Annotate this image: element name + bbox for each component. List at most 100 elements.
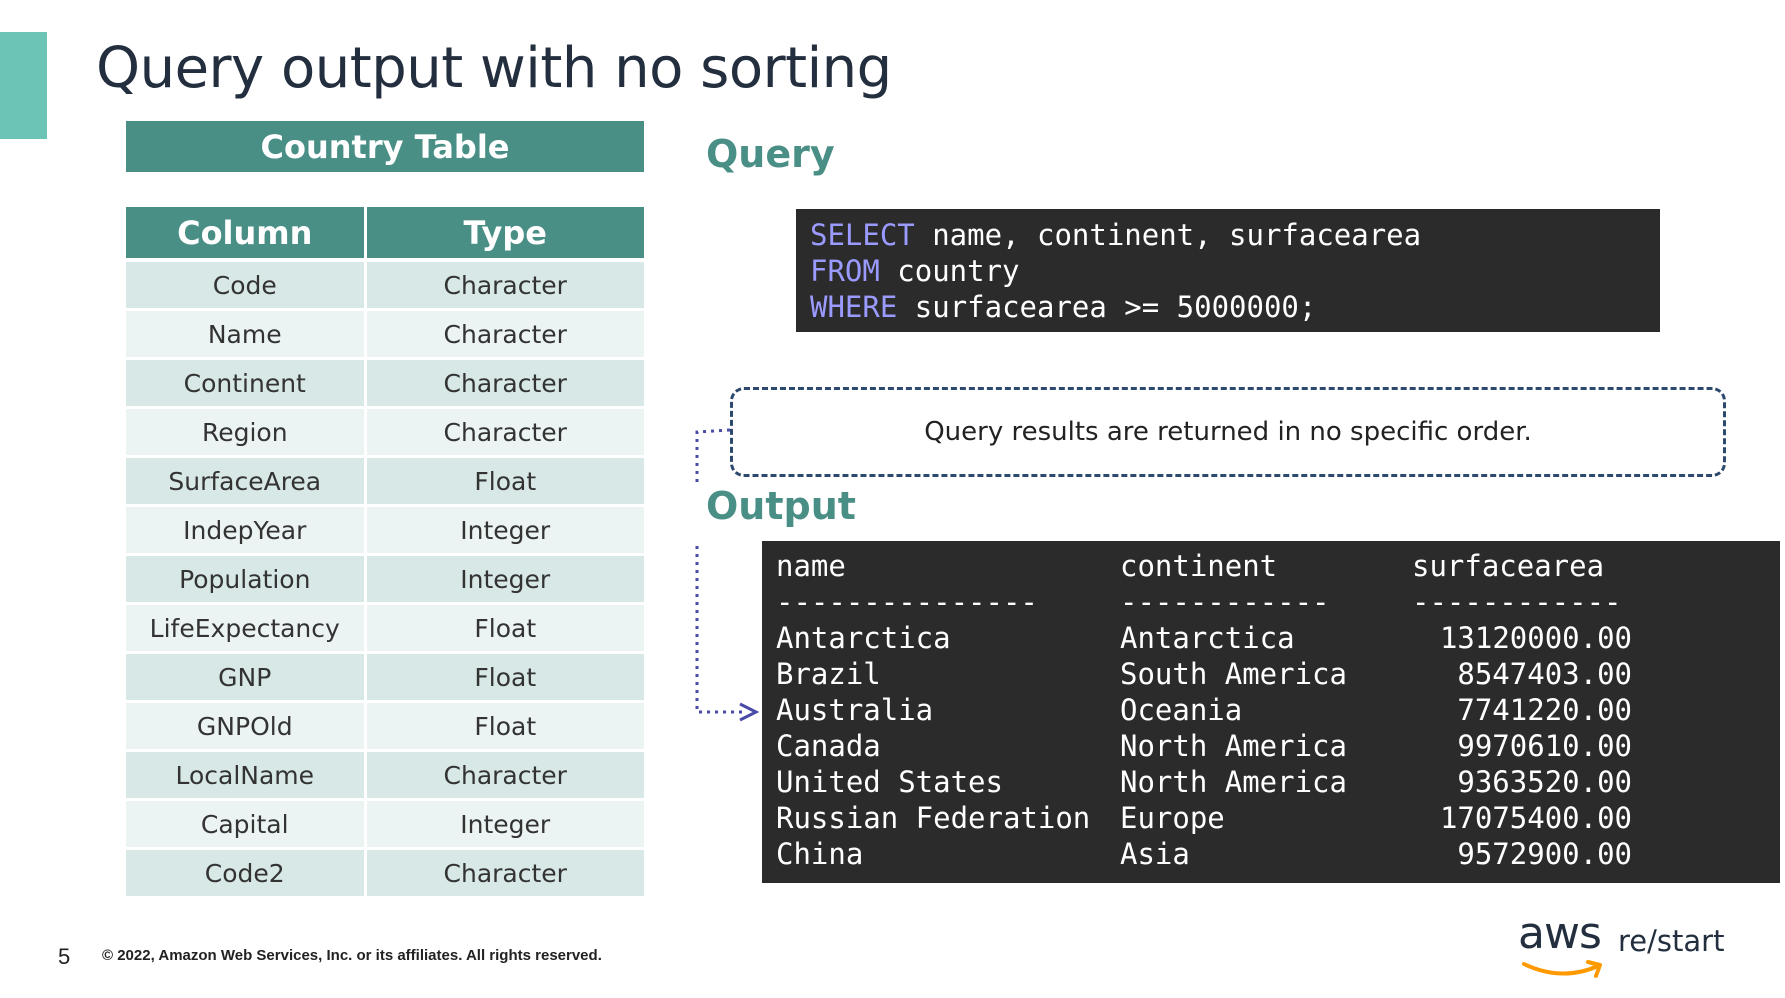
- table-row: Continent Character: [126, 358, 644, 409]
- logo-aws-text: aws: [1518, 908, 1602, 959]
- output-name: China: [776, 837, 864, 871]
- country-table: Column Type Code Character Name Character …: [126, 207, 644, 899]
- column-type: Character: [365, 407, 644, 458]
- output-header-surfacearea: surfacearea: [1412, 549, 1605, 583]
- output-surfacearea: 7741220.00: [1457, 693, 1632, 727]
- column-type: Float: [365, 701, 644, 752]
- copyright-notice: © 2022, Amazon Web Services, Inc. or its…: [102, 947, 602, 964]
- query-label: Query: [706, 132, 835, 176]
- query-output-block: name continent surfacearea -------------…: [762, 541, 1780, 883]
- column-name: Continent: [126, 358, 367, 409]
- output-name: Brazil: [776, 657, 881, 691]
- separator: ------------: [1412, 585, 1622, 619]
- table-row: Population Integer: [126, 554, 644, 605]
- output-row: China Asia 9572900.00: [776, 837, 1766, 873]
- output-surfacearea: 13120000.00: [1439, 621, 1632, 655]
- table-row: GNP Float: [126, 652, 644, 703]
- output-separator-row: --------------- ------------ -----------…: [776, 585, 1766, 621]
- query-code-block: SELECT name, continent, surfacearea FROM …: [796, 209, 1660, 332]
- column-type: Float: [365, 652, 644, 703]
- country-table-title: Country Table: [126, 121, 644, 172]
- accent-bar: [0, 32, 47, 139]
- logo-restart-text: re/start: [1618, 924, 1725, 958]
- aws-restart-logo: aws re/start: [1518, 908, 1724, 984]
- column-name: Code2: [126, 848, 367, 899]
- sql-text: name, continent, surfacearea: [914, 218, 1422, 252]
- output-header-name: name: [776, 549, 846, 583]
- output-name: Australia: [776, 693, 934, 727]
- connector-arrow-icon: [695, 428, 760, 722]
- column-type: Integer: [365, 554, 644, 605]
- column-name: Region: [126, 407, 367, 458]
- table-row: LifeExpectancy Float: [126, 603, 644, 654]
- separator: ------------: [1120, 585, 1330, 619]
- column-name: Population: [126, 554, 367, 605]
- table-row: IndepYear Integer: [126, 505, 644, 556]
- column-name: SurfaceArea: [126, 456, 367, 507]
- query-line: FROM country: [810, 253, 1646, 289]
- sql-keyword: FROM: [810, 254, 880, 288]
- column-type: Character: [365, 260, 644, 311]
- output-row: United States North America 9363520.00: [776, 765, 1766, 801]
- column-name: LocalName: [126, 750, 367, 801]
- column-name: Name: [126, 309, 367, 360]
- output-header-continent: continent: [1120, 549, 1278, 583]
- type-header: Type: [365, 207, 644, 262]
- output-surfacearea: 9572900.00: [1457, 837, 1632, 871]
- output-continent: Europe: [1120, 801, 1225, 835]
- output-row: Russian Federation Europe 17075400.00: [776, 801, 1766, 837]
- table-row: Code Character: [126, 260, 644, 311]
- output-name: Antarctica: [776, 621, 951, 655]
- output-row: Australia Oceania 7741220.00: [776, 693, 1766, 729]
- output-surfacearea: 8547403.00: [1457, 657, 1632, 691]
- output-name: United States: [776, 765, 1003, 799]
- column-name: Code: [126, 260, 367, 311]
- country-table-header-row: Column Type: [126, 207, 644, 262]
- sql-keyword: WHERE: [810, 290, 898, 324]
- output-continent: Oceania: [1120, 693, 1243, 727]
- column-name: LifeExpectancy: [126, 603, 367, 654]
- column-type: Float: [365, 456, 644, 507]
- slide: Query output with no sorting Country Tab…: [0, 0, 1785, 998]
- page-number: 5: [58, 944, 71, 969]
- output-row: Antarctica Antarctica 13120000.00: [776, 621, 1766, 657]
- column-name: GNPOld: [126, 701, 367, 752]
- column-type: Integer: [365, 799, 644, 850]
- column-type: Integer: [365, 505, 644, 556]
- output-header-row: name continent surfacearea: [776, 549, 1766, 585]
- output-continent: Asia: [1120, 837, 1190, 871]
- column-type: Character: [365, 848, 644, 899]
- separator: ---------------: [776, 585, 1038, 619]
- query-line: WHERE surfacearea >= 5000000;: [810, 289, 1646, 325]
- aws-smile-icon: [1522, 960, 1602, 978]
- output-surfacearea: 17075400.00: [1439, 801, 1632, 835]
- column-type: Float: [365, 603, 644, 654]
- column-name: GNP: [126, 652, 367, 703]
- output-label: Output: [706, 484, 856, 528]
- table-row: SurfaceArea Float: [126, 456, 644, 507]
- table-row: Region Character: [126, 407, 644, 458]
- column-type: Character: [365, 358, 644, 409]
- output-surfacearea: 9363520.00: [1457, 765, 1632, 799]
- sql-text: surfacearea >= 5000000;: [897, 290, 1317, 324]
- sql-text: country: [879, 254, 1020, 288]
- query-line: SELECT name, continent, surfacearea: [810, 217, 1646, 253]
- output-row: Brazil South America 8547403.00: [776, 657, 1766, 693]
- table-row: Name Character: [126, 309, 644, 360]
- column-header: Column: [126, 207, 367, 262]
- table-row: Code2 Character: [126, 848, 644, 899]
- column-name: IndepYear: [126, 505, 367, 556]
- slide-title: Query output with no sorting: [96, 36, 892, 101]
- column-type: Character: [365, 750, 644, 801]
- output-surfacearea: 9970610.00: [1457, 729, 1632, 763]
- output-name: Canada: [776, 729, 881, 763]
- table-row: Capital Integer: [126, 799, 644, 850]
- callout-note: Query results are returned in no specifi…: [730, 387, 1726, 477]
- output-name: Russian Federation: [776, 801, 1091, 835]
- table-row: LocalName Character: [126, 750, 644, 801]
- table-row: GNPOld Float: [126, 701, 644, 752]
- column-type: Character: [365, 309, 644, 360]
- sql-keyword: SELECT: [810, 218, 915, 252]
- column-name: Capital: [126, 799, 367, 850]
- output-row: Canada North America 9970610.00: [776, 729, 1766, 765]
